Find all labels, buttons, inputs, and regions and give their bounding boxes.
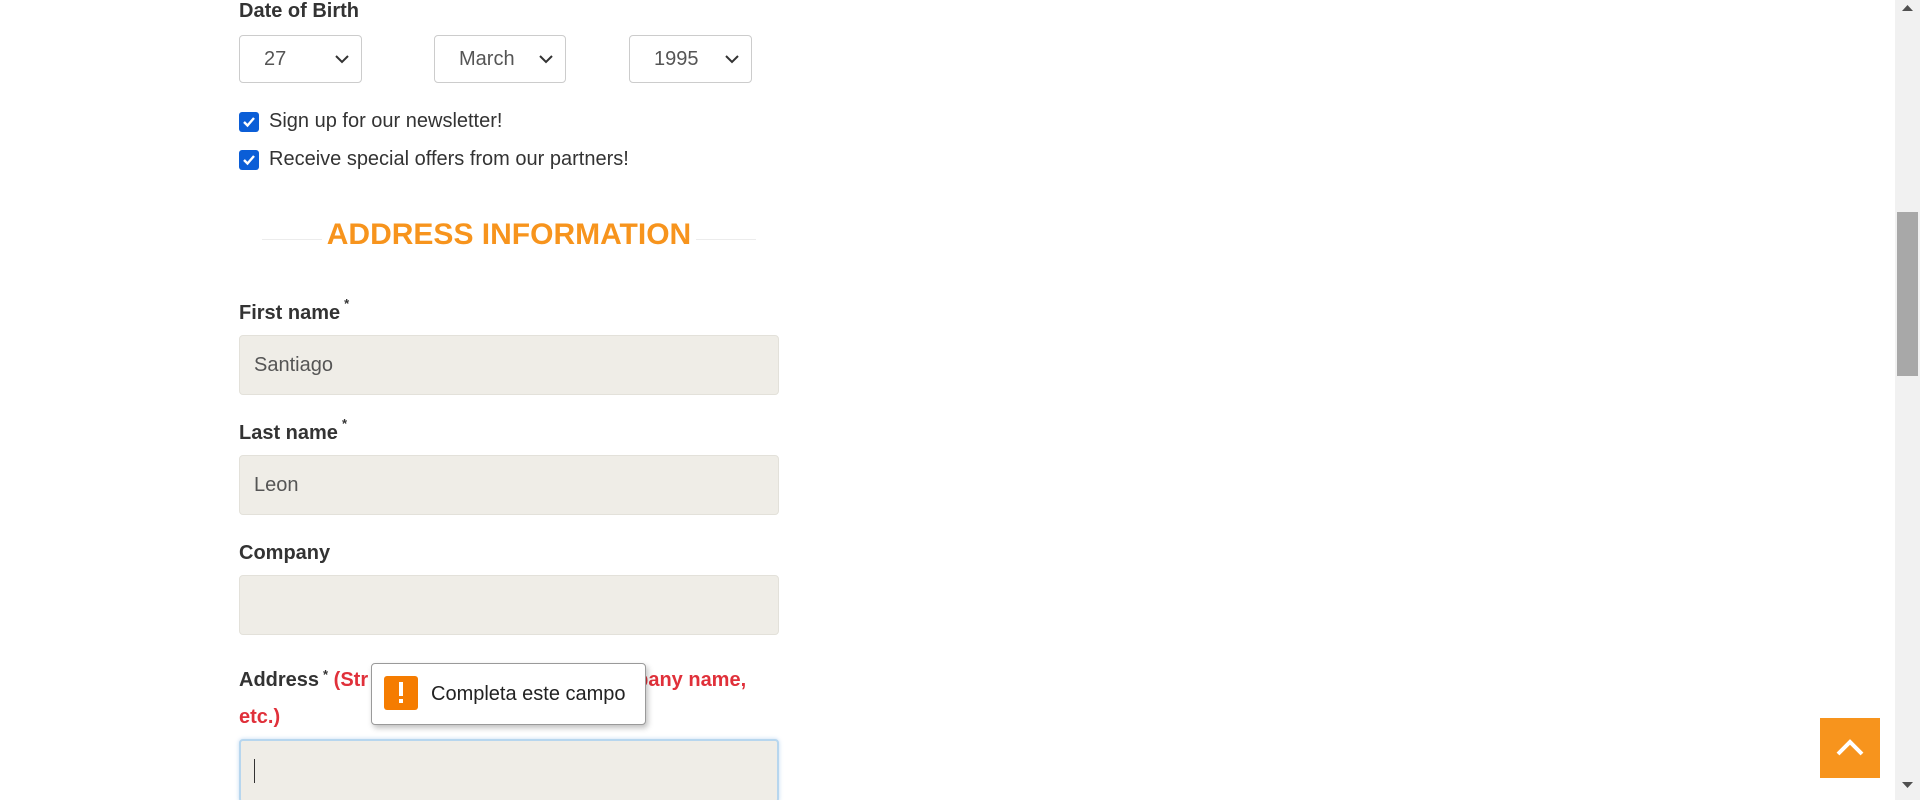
first-name-label-text: First name (239, 302, 341, 324)
newsletter-label[interactable]: Sign up for our newsletter! (269, 110, 502, 133)
newsletter-checkbox[interactable] (239, 112, 259, 132)
required-mark: * (323, 667, 329, 682)
first-name-value: Santiago (254, 354, 333, 376)
text-caret (254, 759, 255, 783)
chevron-down-icon (539, 55, 553, 64)
address-input[interactable] (239, 739, 779, 800)
first-name-input[interactable]: Santiago (239, 335, 779, 395)
dob-month-value: March (459, 48, 515, 70)
check-icon (243, 155, 255, 166)
required-mark: * (341, 416, 347, 431)
address-label-text: Address (239, 669, 320, 691)
section-heading: ADDRESS INFORMATION (262, 216, 756, 256)
section-title: ADDRESS INFORMATION (326, 218, 692, 251)
company-input[interactable] (239, 575, 779, 635)
offers-label[interactable]: Receive special offers from our partners… (269, 148, 629, 171)
chevron-down-icon (335, 55, 349, 64)
first-name-label: First name * (239, 296, 349, 325)
scrollbar[interactable] (1895, 0, 1920, 800)
dob-month-select[interactable]: March (434, 35, 566, 83)
last-name-label: Last name * (239, 416, 347, 445)
dob-day-select[interactable]: 27 (239, 35, 362, 83)
last-name-input[interactable]: Leon (239, 455, 779, 515)
dob-label: Date of Birth (239, 0, 359, 22)
last-name-label-text: Last name (239, 422, 338, 444)
back-to-top-button[interactable] (1820, 718, 1880, 778)
dob-day-value: 27 (264, 48, 287, 70)
warning-icon (384, 676, 418, 710)
chevron-down-icon (725, 55, 739, 64)
scroll-down-arrow-icon[interactable] (1902, 781, 1913, 789)
scroll-up-arrow-icon[interactable] (1902, 4, 1913, 12)
check-icon (243, 117, 255, 128)
address-hint-start: (Str (333, 669, 369, 691)
company-label: Company (239, 542, 331, 564)
registration-page: Date of Birth 27 March 1995 Sign up for … (0, 0, 1920, 800)
dob-year-value: 1995 (654, 48, 699, 70)
offers-checkbox[interactable] (239, 150, 259, 170)
scrollbar-thumb[interactable] (1897, 212, 1918, 376)
dob-year-select[interactable]: 1995 (629, 35, 752, 83)
required-mark: * (344, 296, 350, 311)
chevron-up-icon (1836, 739, 1864, 756)
last-name-value: Leon (254, 474, 299, 496)
validation-tooltip: Completa este campo (371, 663, 646, 725)
tooltip-message: Completa este campo (431, 683, 626, 705)
